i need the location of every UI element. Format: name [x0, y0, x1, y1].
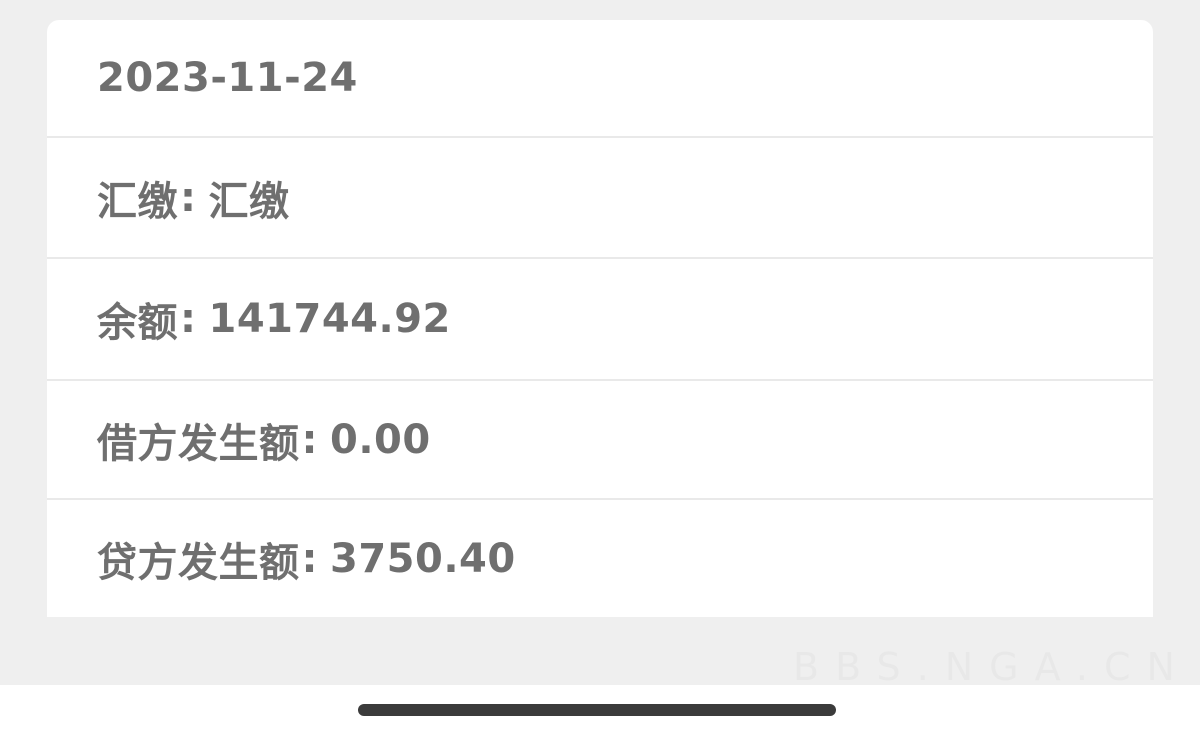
debit-separator: :: [301, 416, 318, 463]
type-value: 汇缴: [208, 178, 290, 225]
credit-value: 3750.40: [330, 535, 516, 582]
credit-separator: :: [301, 535, 318, 582]
date-text: 2023-11-24: [97, 55, 358, 101]
balance-value: 141744.92: [208, 296, 451, 342]
date-row: 2023-11-24: [47, 20, 1153, 136]
home-bar-area: [0, 685, 1200, 735]
type-label: 汇缴: [97, 178, 178, 225]
debit-value: 0.00: [330, 416, 431, 463]
debit-row: 借方发生额 : 0.00: [47, 381, 1153, 498]
debit-label: 借方发生额: [97, 420, 300, 467]
type-row: 汇缴 : 汇缴: [47, 138, 1153, 257]
home-indicator[interactable]: [358, 704, 836, 716]
watermark-text: BBS.NGA.CN: [793, 645, 1191, 689]
balance-separator: :: [180, 296, 197, 342]
type-separator: :: [180, 174, 197, 221]
balance-row: 余额 : 141744.92: [47, 259, 1153, 379]
credit-label: 贷方发生额: [97, 539, 300, 586]
watermark: BBS.NGA.CN: [793, 505, 1175, 695]
balance-label: 余额: [97, 300, 178, 346]
